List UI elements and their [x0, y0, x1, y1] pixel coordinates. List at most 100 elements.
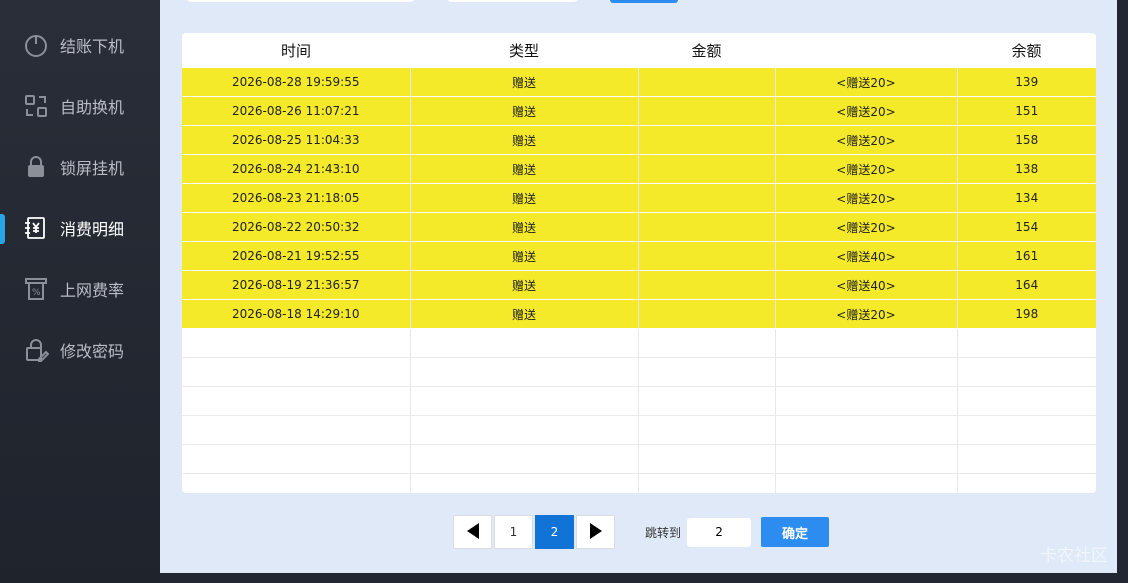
watermark: 卡农社区	[1040, 546, 1108, 566]
table-row[interactable]: 2026-08-25 11:04:33 赠送 <赠送20> 158	[182, 125, 1096, 155]
cell-time: 2026-08-23 21:18:05	[182, 183, 411, 213]
page-button-1[interactable]: 1	[494, 515, 533, 549]
sidebar-item-change-password[interactable]: 修改密码	[0, 330, 160, 370]
cell-empty	[410, 328, 639, 358]
cell-type: 赠送	[410, 125, 639, 155]
prev-page-button[interactable]	[453, 515, 492, 549]
cell-empty	[410, 473, 639, 493]
cell-time: 2026-08-21 19:52:55	[182, 241, 411, 271]
sidebar-item-label: 消费明细	[60, 220, 125, 239]
table-row[interactable]: 2026-08-24 21:43:10 赠送 <赠送20> 138	[182, 154, 1096, 184]
table-row-empty	[182, 386, 1096, 416]
cell-amount	[638, 270, 776, 300]
table-row-empty	[182, 444, 1096, 474]
confirm-button[interactable]: 确定	[761, 517, 830, 547]
table-row[interactable]: 2026-08-22 20:50:32 赠送 <赠送20> 154	[182, 212, 1096, 242]
cell-type: 赠送	[410, 212, 639, 242]
cell-empty	[638, 415, 776, 445]
cell-balance: 154	[957, 212, 1096, 242]
cell-amount	[638, 212, 776, 242]
cell-note: <赠送40>	[775, 241, 958, 271]
receipt-yen-icon	[23, 215, 49, 241]
cell-empty	[182, 444, 411, 474]
svg-text:%: %	[32, 288, 41, 298]
cell-type: 赠送	[410, 154, 639, 184]
cell-empty	[182, 357, 411, 387]
cell-time: 2026-08-19 21:36:57	[182, 270, 411, 300]
page-button-2[interactable]: 2	[535, 515, 574, 549]
cell-balance: 158	[957, 125, 1096, 155]
table-row[interactable]: 2026-08-21 19:52:55 赠送 <赠送40> 161	[182, 241, 1096, 271]
cell-balance: 161	[957, 241, 1096, 271]
lock-icon	[23, 154, 49, 180]
power-icon	[23, 32, 49, 58]
sidebar-item-label: 修改密码	[60, 342, 125, 361]
cell-empty	[410, 444, 639, 474]
cell-empty	[957, 444, 1096, 474]
cell-empty	[957, 357, 1096, 387]
filter-input-end[interactable]	[446, 0, 579, 2]
table-row-empty	[182, 473, 1096, 493]
table-row[interactable]: 2026-08-23 21:18:05 赠送 <赠送20> 134	[182, 183, 1096, 213]
cell-empty	[638, 386, 776, 416]
cell-amount	[638, 183, 776, 213]
table-row[interactable]: 2026-08-18 14:29:10 赠送 <赠送20> 198	[182, 299, 1096, 329]
table-row-empty	[182, 415, 1096, 445]
cell-note: <赠送20>	[775, 183, 958, 213]
cell-amount	[638, 125, 776, 155]
sidebar-item-lock-screen[interactable]: 锁屏挂机	[0, 147, 160, 187]
cell-empty	[410, 386, 639, 416]
table-row[interactable]: 2026-08-26 11:07:21 赠送 <赠送20> 151	[182, 96, 1096, 126]
table-row[interactable]: 2026-08-19 21:36:57 赠送 <赠送40> 164	[182, 270, 1096, 300]
cell-type: 赠送	[410, 96, 639, 126]
cell-empty	[638, 444, 776, 474]
rate-icon: %	[23, 276, 49, 302]
cell-note: <赠送20>	[775, 299, 958, 329]
sidebar-item-switch-machine[interactable]: 自助换机	[0, 86, 160, 126]
sidebar-item-label: 上网费率	[60, 281, 125, 300]
triangle-right-icon	[589, 522, 603, 543]
cell-empty	[957, 415, 1096, 445]
table-row-empty	[182, 357, 1096, 387]
cell-note: <赠送20>	[775, 212, 958, 242]
next-page-button[interactable]	[576, 515, 615, 549]
cell-empty	[775, 473, 958, 493]
cell-balance: 151	[957, 96, 1096, 126]
cell-empty	[638, 328, 776, 358]
cell-amount	[638, 68, 776, 97]
sidebar-item-rate[interactable]: % 上网费率	[0, 269, 160, 309]
cell-note: <赠送20>	[775, 154, 958, 184]
table-row-empty	[182, 328, 1096, 358]
cell-empty	[775, 444, 958, 474]
filter-input-start[interactable]	[186, 0, 416, 2]
query-button[interactable]	[610, 0, 678, 3]
sidebar-item-consumption[interactable]: 消费明细	[0, 208, 160, 248]
sidebar-item-label: 锁屏挂机	[60, 159, 125, 178]
cell-empty	[638, 473, 776, 493]
cell-balance: 139	[957, 68, 1096, 97]
table-header-row: 时间 类型 金额 余额	[182, 33, 1096, 68]
sidebar-item-label: 结账下机	[60, 37, 125, 56]
table-row[interactable]: 2026-08-28 19:59:55 赠送 <赠送20> 139	[182, 68, 1096, 97]
sidebar-item-checkout[interactable]: 结账下机	[0, 25, 160, 65]
cell-balance: 138	[957, 154, 1096, 184]
cell-type: 赠送	[410, 299, 639, 329]
cell-note: <赠送20>	[775, 125, 958, 155]
cell-type: 赠送	[410, 241, 639, 271]
consumption-table: 时间 类型 金额 余额 2026-08-28 19:59:55 赠送 <赠送20> 1…	[182, 33, 1096, 493]
cell-empty	[775, 328, 958, 358]
column-header-balance: 余额	[957, 33, 1096, 68]
cell-amount	[638, 241, 776, 271]
cell-empty	[182, 473, 411, 493]
jump-page-input[interactable]	[687, 517, 752, 547]
switch-icon	[23, 93, 49, 119]
column-header-time: 时间	[182, 33, 410, 68]
cell-empty	[775, 386, 958, 416]
cell-empty	[957, 328, 1096, 358]
cell-time: 2026-08-26 11:07:21	[182, 96, 411, 126]
cell-note: <赠送40>	[775, 270, 958, 300]
main-panel: 时间 类型 金额 余额 2026-08-28 19:59:55 赠送 <赠送20> 1…	[160, 0, 1117, 573]
cell-empty	[410, 357, 639, 387]
cell-empty	[182, 386, 411, 416]
cell-empty	[775, 357, 958, 387]
